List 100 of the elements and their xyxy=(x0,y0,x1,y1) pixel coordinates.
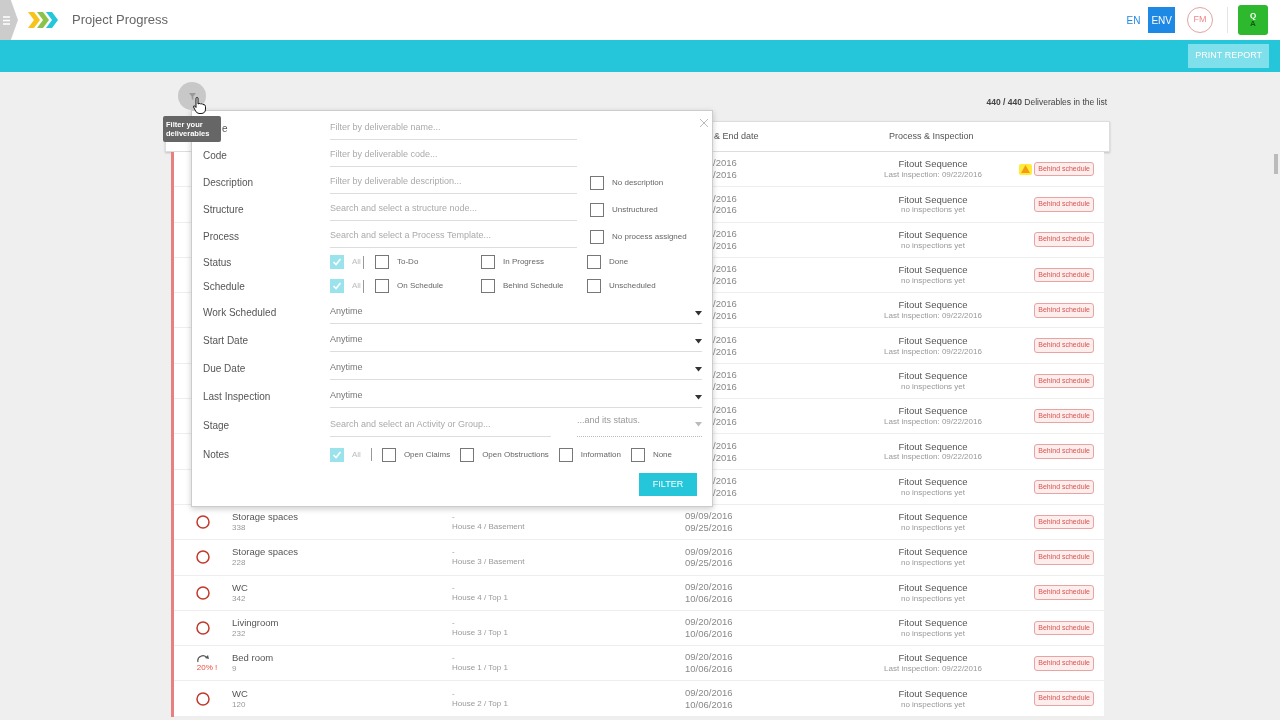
checkbox[interactable] xyxy=(481,279,495,293)
checkbox-label: Open Claims xyxy=(403,448,451,461)
deliverable-code: 120 xyxy=(232,699,247,710)
process-name: Fitout Sequence xyxy=(898,687,968,700)
date-text: 09/25/2016 xyxy=(685,522,734,534)
location-text: House 4 / Basement xyxy=(452,522,526,533)
stage-field[interactable]: Search and select an Activity or Group... xyxy=(330,413,551,437)
date-text: 09/20/2016 xyxy=(685,651,734,664)
location-text: House 2 / Top 1 xyxy=(452,698,509,709)
inspection-text: Last inspection: 09/22/2016 xyxy=(884,664,982,675)
date-text: /2016 xyxy=(713,369,738,381)
field-label: Status xyxy=(203,255,233,270)
deliverable-code: 9 xyxy=(232,664,238,675)
date-text: /2016 xyxy=(713,333,738,346)
date-text: 10/06/2016 xyxy=(685,663,734,676)
text-field[interactable]: Search and select a structure node... xyxy=(330,198,577,221)
text-field[interactable]: Filter by deliverable description... xyxy=(330,171,577,194)
funnel-icon xyxy=(188,92,196,100)
checkbox-label: Behind Schedule xyxy=(503,280,564,292)
deliverable-name: WC xyxy=(232,581,249,594)
deliverable-name: Storage spaces xyxy=(232,511,299,524)
date-text: /2016 xyxy=(713,227,738,240)
inspection-text: no inspections yet xyxy=(900,205,965,216)
process-name: Fitout Sequence xyxy=(898,652,968,665)
checkbox-label: Unstructured xyxy=(612,203,658,216)
checkbox[interactable] xyxy=(381,447,396,462)
stage-status-dropdown[interactable]: ...and its status. xyxy=(577,413,702,437)
text-field[interactable]: Filter by deliverable name... xyxy=(330,117,577,140)
field-label: Structure xyxy=(203,203,245,217)
deliverable-name: WC xyxy=(232,687,249,700)
inspection-text: Last inspection: 09/22/2016 xyxy=(884,311,982,322)
column-header: Process & Inspection xyxy=(889,129,974,143)
date-text: 09/20/2016 xyxy=(685,580,734,593)
location-text: House 3 / Top 1 xyxy=(452,628,509,638)
inspection-text: no inspections yet xyxy=(900,628,965,639)
inspection-text: no inspections yet xyxy=(900,699,965,710)
date-text: 09/20/2016 xyxy=(685,616,734,628)
deliverable-code: 338 xyxy=(232,523,247,534)
circle-icon xyxy=(196,585,210,600)
text-field[interactable]: Search and select a Process Template... xyxy=(330,225,577,248)
deliverable-name: Storage spaces xyxy=(232,546,299,559)
circle-icon xyxy=(196,621,210,635)
process-name: Fitout Sequence xyxy=(898,264,968,276)
chat-button[interactable]: Q A xyxy=(1238,5,1268,35)
date-dropdown[interactable]: Anytime xyxy=(330,356,702,380)
checkbox[interactable] xyxy=(481,255,495,269)
date-text: /2016 xyxy=(713,439,738,452)
checkbox[interactable] xyxy=(460,447,475,462)
process-name: Fitout Sequence xyxy=(898,299,968,312)
date-text: /2016 xyxy=(713,157,738,170)
deliverable-code: 342 xyxy=(232,593,247,604)
caret-icon xyxy=(695,395,702,400)
date-dropdown[interactable]: Anytime xyxy=(330,384,702,408)
language-tab[interactable]: ENV xyxy=(1148,7,1175,33)
check-icon xyxy=(332,281,342,291)
date-text: /2016 xyxy=(713,310,738,323)
date-text: /2016 xyxy=(713,204,738,217)
checkbox[interactable] xyxy=(590,175,604,190)
date-text: 09/20/2016 xyxy=(685,686,734,699)
checkbox[interactable] xyxy=(587,279,601,293)
caret-icon xyxy=(695,422,702,427)
checkbox[interactable] xyxy=(330,255,344,269)
print-report-button[interactable]: PRINT REPORT xyxy=(1188,44,1269,68)
date-text: 09/09/2016 xyxy=(685,545,734,558)
checkbox[interactable] xyxy=(587,255,601,269)
checkbox[interactable] xyxy=(330,279,344,293)
deliverables-count: 440 / 440 Deliverables in the list xyxy=(986,96,1107,109)
checkbox[interactable] xyxy=(630,447,645,462)
field-label: Last Inspection xyxy=(203,389,272,404)
chat-letter: Q xyxy=(1249,12,1257,20)
field-label: Stage xyxy=(203,418,231,433)
inspection-text: no inspections yet xyxy=(900,381,965,392)
checkbox-label: All xyxy=(352,448,361,461)
date-text: /2016 xyxy=(713,275,738,287)
date-text: 10/06/2016 xyxy=(685,698,734,711)
date-text: 09/09/2016 xyxy=(685,510,734,523)
field-label: Code xyxy=(203,149,228,163)
date-dropdown[interactable]: Anytime xyxy=(330,328,702,352)
checkbox[interactable] xyxy=(375,279,389,293)
checkbox-label: To-Do xyxy=(397,256,419,268)
process-name: Fitout Sequence xyxy=(898,334,968,347)
checkbox[interactable] xyxy=(558,447,573,462)
checkbox[interactable] xyxy=(590,202,604,217)
date-dropdown[interactable]: Anytime xyxy=(330,300,702,324)
description-text: - xyxy=(452,653,456,664)
inspection-text: no inspections yet xyxy=(900,275,965,286)
circle-icon xyxy=(196,550,210,565)
checkbox-label: Open Obstructions xyxy=(482,448,549,461)
progress-label: 20% ! xyxy=(196,664,218,673)
process-name: Fitout Sequence xyxy=(898,370,968,382)
checkbox[interactable] xyxy=(590,229,604,244)
process-name: Fitout Sequence xyxy=(898,617,968,629)
checkbox-label: On Schedule xyxy=(397,280,444,292)
text-field[interactable]: Filter by deliverable code... xyxy=(330,144,577,167)
checkbox[interactable] xyxy=(375,255,389,269)
checkbox[interactable] xyxy=(330,447,344,462)
filter-button[interactable]: FILTER xyxy=(639,473,697,496)
language-tab[interactable]: EN xyxy=(1123,7,1144,33)
scrollbar-thumb[interactable] xyxy=(1274,154,1278,174)
date-text: /2016 xyxy=(713,239,738,252)
